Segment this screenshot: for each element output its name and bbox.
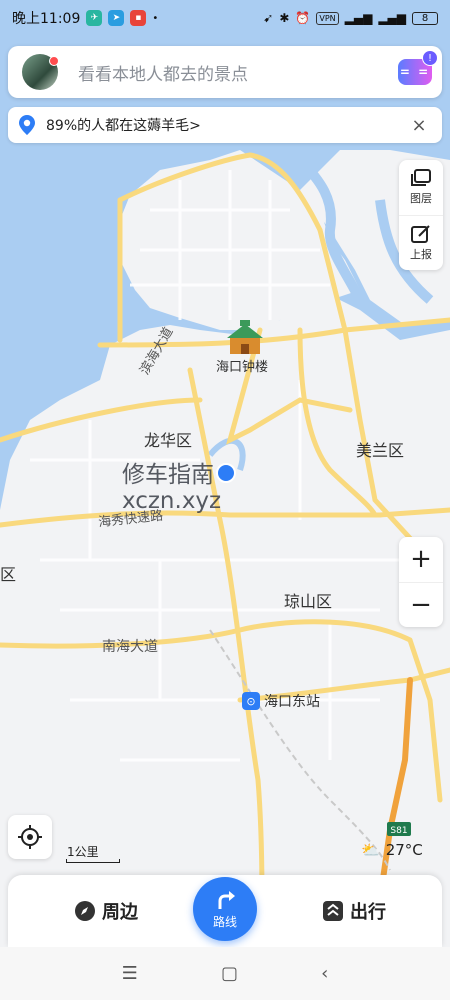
- report-button[interactable]: 上报: [399, 214, 443, 271]
- system-nav-bar: ☰ ▢ ‹: [0, 947, 450, 1000]
- road-nanhai: 南海大道: [102, 639, 158, 655]
- edit-icon: [411, 225, 430, 243]
- more-dot-icon: •: [152, 12, 159, 24]
- station-poi[interactable]: ⊙ 海口东站: [242, 691, 320, 711]
- status-bar: 晚上11:09 ✈ ➤ ▪ • ➹ ✱ ⏰ VPN ▂▄▆ ▂▄▆ 8: [0, 0, 450, 36]
- home-icon[interactable]: ▢: [221, 963, 238, 984]
- travel-label: 出行: [350, 902, 386, 923]
- telegram-icon: ➤: [108, 10, 125, 26]
- landmark-label[interactable]: 海口钟楼: [216, 356, 268, 375]
- route-button[interactable]: 路线: [193, 877, 257, 941]
- status-time: 晚上11:09: [12, 11, 81, 27]
- district-longhua: 龙华区: [144, 431, 193, 450]
- travel-button[interactable]: 出行: [322, 898, 386, 924]
- report-label: 上报: [410, 247, 432, 261]
- search-bar[interactable]: 看看本地人都去的景点 = = !: [8, 46, 442, 98]
- back-icon[interactable]: ‹: [321, 963, 328, 984]
- district-partial: 区: [0, 565, 17, 584]
- location-arrow-icon: ➹: [263, 11, 274, 25]
- watermark-line1: 修车指南: [122, 462, 214, 488]
- watermark-line2: xczn.xyz: [122, 488, 222, 514]
- location-pin-icon: [16, 114, 38, 136]
- weather-temp: 27°C: [385, 841, 423, 859]
- compass-icon: [75, 901, 95, 921]
- vpn-badge: VPN: [316, 11, 339, 25]
- news-app-icon: ▪: [130, 10, 147, 26]
- assistant-badge-icon: !: [422, 50, 438, 66]
- train-station-icon: ⊙: [242, 692, 260, 710]
- district-meilan: 美兰区: [356, 441, 405, 460]
- notification-dot: [49, 56, 59, 66]
- layers-icon: [411, 169, 431, 187]
- bluetooth-icon: ✱: [279, 11, 290, 25]
- station-label: 海口东站: [264, 694, 320, 710]
- crosshair-icon: [18, 825, 42, 849]
- weather-widget[interactable]: ⛅ 27°C: [361, 841, 423, 859]
- signal-icon: ▂▄▆: [344, 11, 373, 25]
- battery-level: 8: [421, 12, 429, 24]
- scale-bar: [66, 859, 120, 863]
- alarm-icon: ⏰: [295, 11, 311, 25]
- assistant-robot-icon[interactable]: = = !: [398, 50, 438, 85]
- zoom-out-button[interactable]: −: [399, 581, 443, 628]
- scale-label: 1公里: [67, 845, 99, 859]
- route-label: 路线: [212, 914, 237, 929]
- zoom-control: + −: [399, 537, 443, 627]
- map-tools-panel: 图层 上报: [399, 160, 443, 270]
- app-notification-icon: ✈: [86, 10, 103, 26]
- route-arrow-icon: [218, 890, 235, 909]
- battery-indicator: 8: [412, 11, 438, 25]
- district-qiongshan: 琼山区: [284, 592, 333, 611]
- layers-label: 图层: [410, 192, 432, 206]
- nearby-label: 周边: [102, 902, 138, 923]
- watermark: 修车指南 xczn.xyz: [122, 462, 221, 514]
- partly-cloudy-icon: ⛅: [361, 841, 380, 859]
- locate-button[interactable]: [8, 815, 52, 859]
- highway-shield-label: S81: [390, 826, 407, 836]
- layers-button[interactable]: 图层: [399, 160, 443, 215]
- search-placeholder[interactable]: 看看本地人都去的景点: [78, 60, 398, 85]
- zoom-in-button[interactable]: +: [399, 537, 443, 582]
- avatar[interactable]: [22, 54, 59, 90]
- travel-icon: [323, 901, 343, 921]
- signal2-icon: ▂▄▆: [378, 11, 406, 25]
- promo-text[interactable]: 89%的人都在这薅羊毛>: [46, 115, 408, 135]
- nearby-button[interactable]: 周边: [74, 898, 138, 924]
- menu-icon[interactable]: ☰: [122, 963, 138, 984]
- close-icon[interactable]: ×: [408, 115, 430, 136]
- promo-banner[interactable]: 89%的人都在这薅羊毛> ×: [8, 107, 442, 143]
